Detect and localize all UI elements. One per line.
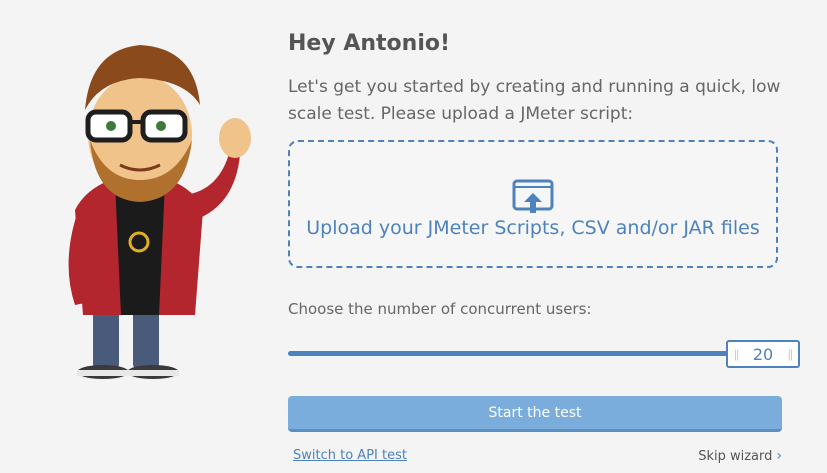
upload-icon <box>512 179 554 213</box>
grip-left-icon: || <box>734 347 739 361</box>
switch-api-test-link[interactable]: Switch to API test <box>293 448 407 463</box>
skip-wizard-label: Skip wizard <box>698 448 773 464</box>
skip-wizard-link[interactable]: Skip wizard › <box>698 448 782 464</box>
upload-label: Upload your JMeter Scripts, CSV and/or J… <box>306 217 760 239</box>
slider-track[interactable] <box>288 351 728 356</box>
grip-right-icon: || <box>787 347 793 361</box>
slider-fill <box>288 351 728 356</box>
upload-dropzone[interactable]: Upload your JMeter Scripts, CSV and/or J… <box>288 140 778 268</box>
start-test-button[interactable]: Start the test <box>288 396 782 432</box>
wizard-footer: Switch to API test Skip wizard › <box>288 448 782 468</box>
page-title: Hey Antonio! <box>288 31 451 56</box>
users-slider[interactable]: || 20 || <box>288 340 800 370</box>
wizard-panel: Hey Antonio! Let's get you started by cr… <box>288 28 800 432</box>
intro-text: Let's get you started by creating and ru… <box>288 77 781 124</box>
chevron-right-icon: › <box>776 448 782 464</box>
slider-handle[interactable]: || 20 || <box>726 340 800 368</box>
users-value: 20 <box>752 344 774 364</box>
mascot-illustration <box>68 45 251 379</box>
users-label: Choose the number of concurrent users: <box>288 300 592 318</box>
